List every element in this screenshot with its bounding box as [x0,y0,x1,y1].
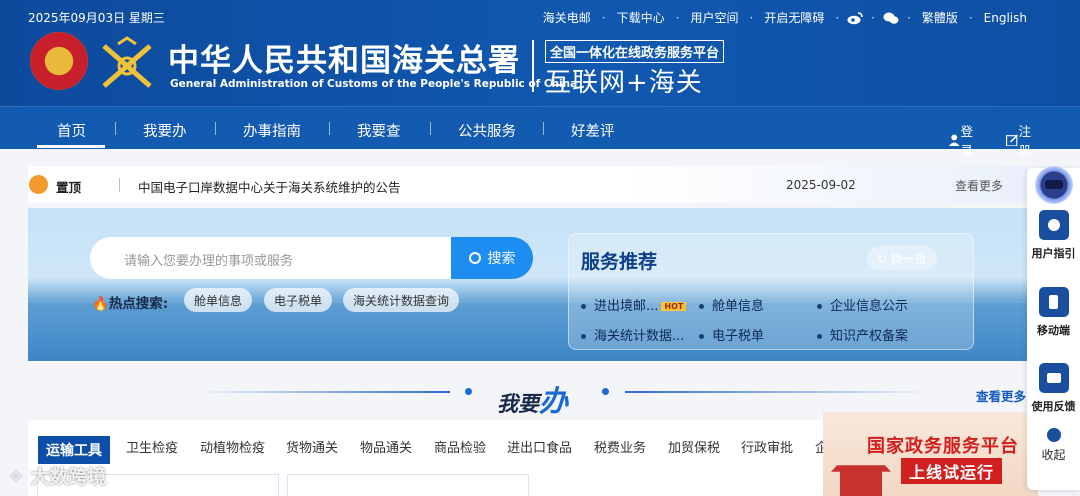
link-english[interactable]: English [973,11,1038,25]
service-item[interactable]: 电子税单 [699,325,764,344]
platform-label: 全国一体化在线政务服务平台 [545,40,725,63]
header-divider [532,40,534,92]
nav-good-bad-review[interactable]: 好差评 [571,120,615,141]
mobile-icon [1038,287,1069,317]
search-button[interactable]: 搜索 [451,237,533,279]
national-emblem-logo [30,32,88,90]
promo-line2: 上线试运行 [901,458,1003,484]
search-button-label: 搜索 [487,251,516,267]
tab-transport[interactable]: 运输工具 [38,436,110,464]
tiananmen-graphic [831,465,891,496]
tab-cargo-clearance[interactable]: 货物通关 [286,437,338,456]
section-title: 我要办 [497,384,569,418]
login-label: 登录 [960,124,974,158]
notice-date: 2025-09-02 [786,178,856,192]
collapse-arrow-icon [1046,428,1061,442]
user-icon [948,134,960,147]
login-link[interactable]: 登录 [948,121,973,159]
user-guide-button[interactable]: 用户指引 [1027,210,1080,261]
nav-active-indicator [37,145,105,148]
service-item[interactable]: 海关统计数据... [581,325,684,344]
service-item[interactable]: 舱单信息 [699,295,764,314]
promo-banner[interactable]: 国家政务服务平台 上线试运行 [823,412,1038,496]
site-header: 2025年09月03日 星期三 海关电邮 · 下载中心 · 用户空间 · 开启无障碍 ·… [0,0,1080,106]
nav-home[interactable]: 首页 [57,120,86,141]
feedback-icon [1038,363,1069,393]
tab-admin-approval[interactable]: 行政审批 [741,437,793,456]
link-customs-mail[interactable]: 海关电邮 [532,9,602,26]
edit-icon [1006,134,1018,147]
link-user-space[interactable]: 用户空间 [679,9,749,26]
current-date: 2025年09月03日 星期三 [28,11,165,25]
customs-emblem-logo [102,36,152,88]
mobile-button[interactable]: 移动端 [1027,287,1080,338]
notice-bar: 置顶 中国电子口岸数据中心关于海关系统维护的公告 2025-09-02 查看更多 [28,166,1028,203]
register-label: 注册 [1018,124,1032,158]
robot-assistant-icon[interactable] [1035,166,1073,204]
notice-text[interactable]: 中国电子口岸数据中心关于海关系统维护的公告 [138,177,401,196]
hot-search-chip[interactable]: 海关统计数据查询 [343,288,460,312]
weibo-icon[interactable] [847,11,863,25]
tab-goods-clearance[interactable]: 物品通关 [360,437,412,456]
section-more-link[interactable]: 查看更多 [976,386,1026,405]
notice-label: 置顶 [56,180,82,195]
service-recommend-title: 服务推荐 [581,251,658,273]
nav-public-services[interactable]: 公共服务 [458,120,516,141]
fire-icon: 🔥 [92,296,109,312]
nav-service-guide[interactable]: 办事指南 [243,120,301,141]
main-nav: 首页 我要办 办事指南 我要查 公共服务 好差评 登录 注册 [0,106,1080,158]
user-guide-icon [1038,210,1069,240]
service-item[interactable]: 进出境邮... HOT [581,295,687,314]
service-card[interactable] [287,474,529,496]
section-line-left [200,391,450,393]
wechat-icon[interactable] [883,11,899,25]
collapse-button[interactable]: 收起 [1027,428,1080,463]
section-line-right [625,391,930,393]
register-link[interactable]: 注册 [1006,121,1031,159]
hot-search-chip[interactable]: 舱单信息 [184,288,253,312]
hot-search-chip[interactable]: 电子税单 [264,288,333,312]
link-accessibility[interactable]: 开启无障碍 [753,9,835,26]
watermark-logo-icon: ✧ [8,466,31,488]
notice-more-link[interactable]: 查看更多 [955,177,1003,194]
tab-health-quarantine[interactable]: 卫生检疫 [126,437,178,456]
search-banner: 请输入您要办理的事项或服务 搜索 🔥热点搜索: 舱单信息 电子税单 海关统计数据… [28,208,1028,361]
site-subtitle: General Administration of Customs of the… [170,78,578,90]
section-dot [602,388,609,395]
link-download-center[interactable]: 下载中心 [606,9,676,26]
search-icon [468,252,481,264]
promo-line1: 国家政务服务平台 [867,436,1019,457]
link-traditional-chinese[interactable]: 繁體版 [911,9,969,26]
tab-tax-business[interactable]: 税费业务 [594,437,646,456]
tab-animal-plant-quarantine[interactable]: 动植物检疫 [200,437,265,456]
feedback-button[interactable]: 使用反馈 [1027,363,1080,414]
nav-i-want-to-do[interactable]: 我要办 [143,120,187,141]
hot-badge: HOT [661,302,687,311]
service-item[interactable]: 企业信息公示 [817,295,908,314]
speaker-icon [29,175,48,194]
site-title: 中华人民共和国海关总署 [168,43,520,79]
service-item[interactable]: 知识产权备案 [817,325,908,344]
nav-i-want-to-query[interactable]: 我要查 [357,120,401,141]
top-links: 海关电邮 · 下载中心 · 用户空间 · 开启无障碍 · · · 繁體版 · Englis… [532,9,1038,26]
watermark: ✧ 大数跨境 [8,466,107,488]
platform-name: 互联网+海关 [545,68,703,98]
hot-search-label: 🔥热点搜索: [92,296,169,312]
tab-processing-bonded[interactable]: 加贸保税 [668,437,720,456]
refresh-button[interactable]: ↻ 换一批 [867,246,937,270]
tab-import-export-food[interactable]: 进出口食品 [507,437,572,456]
section-dot [465,388,472,395]
service-recommend-panel: 服务推荐 ↻ 换一批 进出境邮... HOT 舱单信息 企业信息公示 海关统计数据… [568,233,974,350]
tab-commodity-inspection[interactable]: 商品检验 [434,437,486,456]
